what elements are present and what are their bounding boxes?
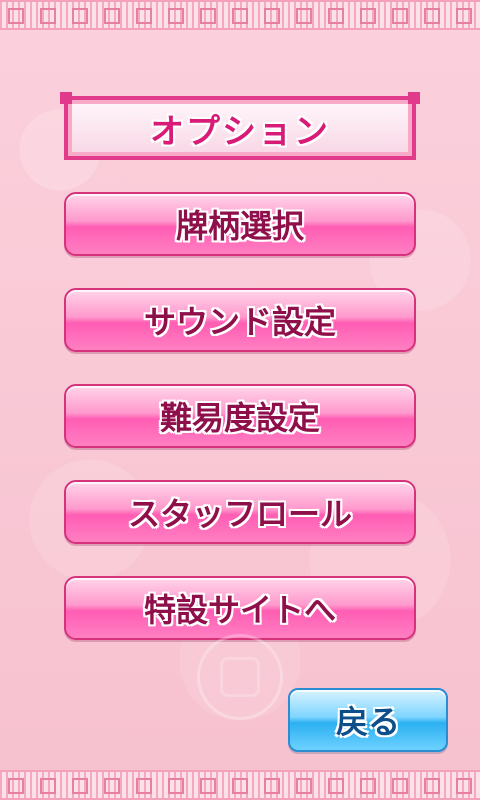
menu-item-label: 特設サイトへ: [143, 591, 336, 629]
meander-pattern-icon: [8, 8, 24, 24]
meander-pattern-icon: [168, 8, 184, 24]
title-panel: オプション: [60, 92, 420, 160]
meander-pattern-icon: [200, 778, 216, 794]
meander-pattern-icon: [136, 778, 152, 794]
bottom-decorative-border: [0, 770, 480, 800]
menu-item-label: 牌柄選択: [175, 207, 304, 245]
meander-pattern-icon: [424, 8, 440, 24]
meander-pattern-icon: [8, 778, 24, 794]
meander-pattern-icon: [392, 8, 408, 24]
top-decorative-border: [0, 0, 480, 30]
page-title: オプション: [150, 111, 330, 152]
menu-item-label: 難易度設定: [159, 399, 320, 437]
meander-pattern-icon: [72, 778, 88, 794]
meander-pattern-icon: [456, 8, 472, 24]
difficulty-settings-button[interactable]: 難易度設定: [64, 384, 416, 448]
meander-pattern-icon: [232, 8, 248, 24]
sound-settings-button[interactable]: サウンド設定: [64, 288, 416, 352]
meander-pattern-icon: [264, 8, 280, 24]
special-site-button[interactable]: 特設サイトへ: [64, 576, 416, 640]
meander-pattern-icon: [264, 778, 280, 794]
meander-pattern-icon: [40, 8, 56, 24]
meander-pattern-icon: [72, 8, 88, 24]
meander-pattern-icon: [136, 8, 152, 24]
staff-roll-button[interactable]: スタッフロール: [64, 480, 416, 544]
tile-design-select-button[interactable]: 牌柄選択: [64, 192, 416, 256]
meander-pattern-icon: [392, 778, 408, 794]
decorative-emblem-icon: [197, 634, 283, 720]
meander-pattern-icon: [360, 778, 376, 794]
meander-pattern-icon: [168, 778, 184, 794]
meander-pattern-icon: [328, 778, 344, 794]
back-button[interactable]: 戻る: [288, 688, 448, 752]
menu-item-label: スタッフロール: [127, 495, 352, 533]
menu-item-label: サウンド設定: [143, 303, 336, 341]
meander-pattern-icon: [104, 778, 120, 794]
meander-pattern-icon: [456, 778, 472, 794]
meander-pattern-icon: [200, 8, 216, 24]
back-button-label: 戻る: [335, 703, 400, 741]
meander-pattern-icon: [40, 778, 56, 794]
meander-pattern-icon: [328, 8, 344, 24]
meander-pattern-icon: [296, 778, 312, 794]
meander-pattern-icon: [360, 8, 376, 24]
meander-pattern-icon: [232, 778, 248, 794]
meander-pattern-icon: [296, 8, 312, 24]
options-screen: オプション 牌柄選択 サウンド設定 難易度設定 スタッフロール 特設サイトへ 戻…: [0, 0, 480, 800]
meander-pattern-icon: [104, 8, 120, 24]
meander-pattern-icon: [424, 778, 440, 794]
